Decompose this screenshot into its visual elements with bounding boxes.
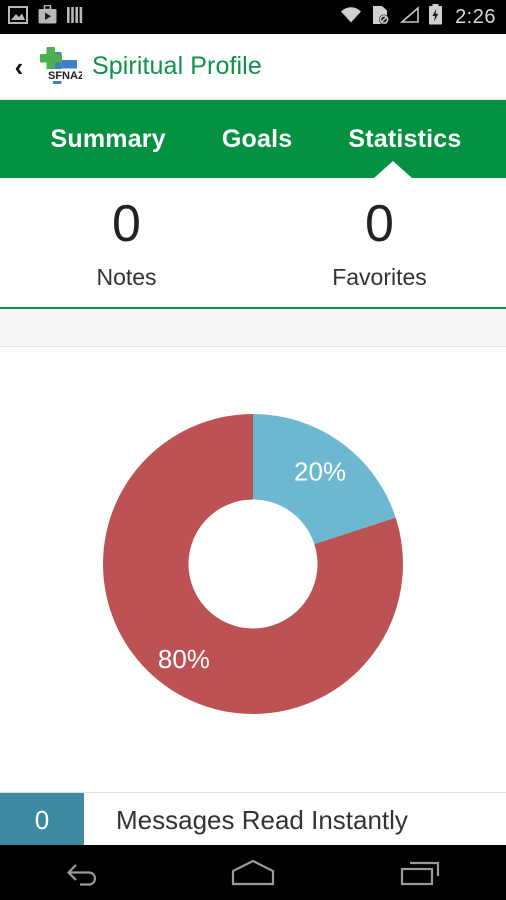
wifi-icon [339,6,363,29]
home-icon [231,859,275,885]
tab-statistics[interactable]: Statistics [334,125,475,154]
status-bar-clock: 2:26 [455,5,496,28]
pie-slice-label: 80% [158,644,210,674]
play-store-icon [38,4,57,29]
tab-summary[interactable]: Summary [37,125,180,154]
app-bar: ‹ SFNAZ Spiritual Profile [0,34,506,100]
back-button[interactable]: ‹ [6,34,32,99]
counter-favorites-label: Favorites [332,264,427,290]
status-bar-right-icons: 2:26 [339,4,496,30]
page-title: Spiritual Profile [92,52,262,80]
counter-favorites[interactable]: 0 Favorites [253,178,506,307]
section-spacer [0,309,506,347]
counter-notes-value: 0 [112,195,141,253]
nav-back-button[interactable] [39,850,129,896]
tab-bar: Summary Goals Statistics [0,100,506,178]
row-label: Messages Read Instantly [116,805,408,835]
counter-notes[interactable]: 0 Notes [0,178,253,307]
battery-charging-icon [428,4,443,30]
counter-favorites-value: 0 [365,195,394,253]
row-count-badge: 0 [0,793,84,848]
pie-slice-label: 20% [294,457,346,487]
cell-signal-icon [398,5,420,29]
nav-recents-button[interactable] [377,850,467,896]
nav-home-button[interactable] [208,850,298,896]
tab-goals[interactable]: Goals [208,125,306,154]
recents-icon [400,861,439,885]
back-icon [67,863,97,886]
status-bar: 2:26 [0,0,506,34]
statistics-chart: 20% 80% [0,347,506,781]
svg-text:SFNAZ: SFNAZ [48,70,82,82]
donut-chart: 20% 80% [102,414,403,714]
counter-notes-label: Notes [96,264,157,290]
selected-tab-indicator [374,161,412,178]
sfnaz-logo-icon: SFNAZ [34,44,85,90]
table-row[interactable]: 0 Messages Read Instantly [0,792,506,848]
barcode-icon [67,6,84,29]
photo-icon [8,5,28,29]
android-nav-bar [0,845,506,900]
status-bar-left-icons [8,4,84,29]
sdcard-disabled-icon [371,5,390,30]
phone-screen: 2:26 ‹ SFNAZ Spiritual Profile Summary G… [0,0,506,900]
summary-counters: 0 Notes 0 Favorites [0,178,506,309]
